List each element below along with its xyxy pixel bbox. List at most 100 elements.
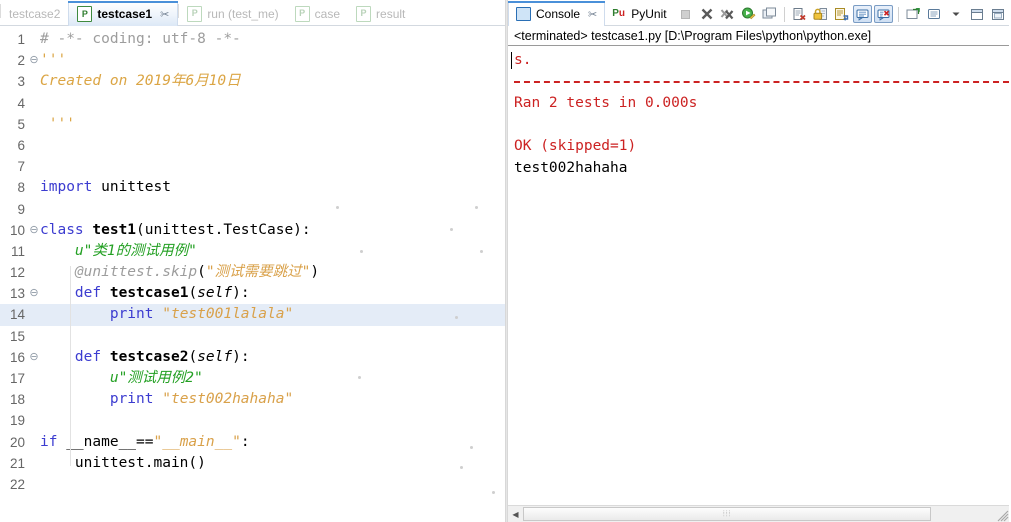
new-console-view-button[interactable] (760, 5, 779, 23)
clear-console-button[interactable] (790, 5, 809, 23)
code-line[interactable] (40, 410, 505, 431)
scroll-lock-button[interactable] (811, 5, 830, 23)
scrollbar-thumb[interactable]: ⦙⦙⦙ (523, 507, 932, 521)
editor-tab-testcase2[interactable]: testcase2 (1, 1, 68, 26)
code-line[interactable]: unittest.main() (40, 453, 505, 474)
close-icon[interactable]: ✂ (588, 8, 597, 21)
word-wrap-button[interactable] (832, 5, 851, 23)
console-output-line: Ran 2 tests in 0.000s (514, 93, 1009, 115)
editor-tab-label: run (test_me) (207, 6, 279, 21)
editor-tab-result[interactable]: Presult (348, 1, 413, 26)
code-line[interactable]: @unittest.skip("测试需要跳过") (40, 262, 505, 283)
editor-tab-run-test-me-[interactable]: Prun (test_me) (179, 1, 286, 26)
pin-console-button[interactable] (904, 5, 923, 23)
remove-launch-button[interactable] (697, 5, 716, 23)
code-line[interactable] (40, 199, 505, 220)
code-line[interactable]: u"测试用例2" (40, 368, 505, 389)
code-line[interactable]: print "test002hahaha" (40, 389, 505, 410)
console-output-line: s. (511, 50, 1009, 72)
console-output-line (514, 115, 1009, 137)
code-line[interactable]: class test1(unittest.TestCase): (40, 220, 505, 241)
code-token: @unittest.skip (40, 264, 198, 281)
code-line[interactable]: def testcase1(self): (40, 283, 505, 304)
code-line[interactable]: u"类1的测试用例" (40, 241, 505, 262)
code-token: # -*- coding: utf-8 -*- (40, 31, 241, 47)
python-file-icon: P (187, 5, 203, 22)
tab-console[interactable]: Console ✂ (508, 1, 606, 26)
occurrence-marker (480, 250, 483, 253)
code-folding-column[interactable]: ⊖ ⊖ ⊖ ⊖ (28, 26, 40, 506)
indent-guide (70, 266, 71, 466)
remove-all-terminated-button[interactable] (718, 5, 737, 23)
line-number: 4 (17, 95, 25, 111)
code-token: "test002hahaha" (162, 391, 294, 408)
code-token: import (40, 179, 93, 196)
code-token: Created on 2019年6月10日 (40, 73, 241, 90)
scroll-left-arrow[interactable]: ◀ (508, 506, 523, 522)
code-token: ) (310, 264, 320, 281)
code-line[interactable]: # -*- coding: utf-8 -*- (40, 29, 505, 50)
console-horizontal-scrollbar[interactable]: ◀ ⦙⦙⦙ (508, 505, 1009, 522)
fold-toggle-icon[interactable]: ⊖ (28, 283, 40, 304)
source-code[interactable]: # -*- coding: utf-8 -*- ''' Created on 201… (40, 26, 505, 506)
line-number: 16 (9, 349, 25, 365)
line-number: 17 (9, 371, 25, 386)
line-number: 7 (17, 159, 25, 175)
code-line[interactable] (40, 474, 505, 495)
display-selected-console-button[interactable] (925, 5, 944, 23)
code-line[interactable] (40, 326, 505, 347)
show-console-on-output-button[interactable] (853, 5, 872, 23)
tab-pyunit[interactable]: Pu PyUnit (605, 1, 673, 26)
python-file-icon: P (356, 5, 372, 22)
fold-toggle-icon[interactable]: ⊖ (28, 220, 40, 241)
occurrence-marker (455, 316, 458, 319)
occurrence-marker (336, 206, 339, 209)
line-number: 22 (9, 476, 25, 492)
fold-toggle-icon[interactable]: ⊖ (28, 347, 40, 368)
show-console-on-error-button[interactable] (874, 5, 893, 23)
code-line[interactable]: Created on 2019年6月10日 (40, 71, 505, 92)
code-line[interactable]: if __name__=="__main__": (40, 432, 505, 453)
view-menu-button[interactable] (946, 5, 965, 23)
editor-tab-case[interactable]: Pcase (287, 1, 348, 26)
editor-tab-label: testcase1 (97, 7, 153, 21)
code-line[interactable] (40, 156, 505, 177)
editor-tab-testcase1[interactable]: Ptestcase1 ✂ (68, 1, 179, 26)
close-icon[interactable]: ✂ (160, 8, 169, 21)
fold-toggle-icon[interactable]: ⊖ (28, 50, 40, 71)
console-line-text: Ran 2 tests in 0.000s (514, 95, 698, 111)
line-number: 6 (17, 137, 25, 153)
resize-grip[interactable] (993, 506, 1009, 522)
code-line[interactable]: print "test001lalala" (40, 304, 505, 326)
line-number: 13 (9, 286, 25, 302)
code-token: def (74, 348, 102, 365)
code-line[interactable]: import unittest (40, 177, 505, 198)
ide-window: testcase2 Ptestcase1 ✂ Prun (test_me) Pcase P… (0, 0, 1011, 522)
console-line-text: test002hahaha (514, 159, 628, 176)
code-line[interactable]: ''' (40, 50, 505, 71)
minimize-button[interactable] (967, 5, 986, 23)
console-line-text (514, 117, 523, 133)
code-line[interactable]: ''' (40, 114, 505, 135)
maximize-button[interactable] (988, 5, 1007, 23)
console-output[interactable]: s. Ran 2 tests in 0.000s OK (skipped=1) te… (508, 46, 1009, 505)
console-line-text: OK (skipped=1) (514, 138, 637, 154)
relaunch-button[interactable] (739, 5, 758, 23)
terminate-button[interactable] (676, 5, 695, 23)
code-line[interactable] (40, 93, 505, 114)
scrollbar-track[interactable]: ⦙⦙⦙ (523, 507, 1009, 521)
code-line[interactable]: def testcase2(self): (40, 347, 505, 368)
code-line[interactable] (40, 135, 505, 156)
editor-text-area[interactable]: 1 2 3 4 5 6 7 8 9 10 11 12 13 14 15 16 17 18 19 20 21 22 ⊖ ⊖ ⊖ ⊖… (0, 26, 505, 506)
code-token: u"测试用例2" (40, 370, 203, 386)
toolbar-separator (784, 6, 785, 22)
